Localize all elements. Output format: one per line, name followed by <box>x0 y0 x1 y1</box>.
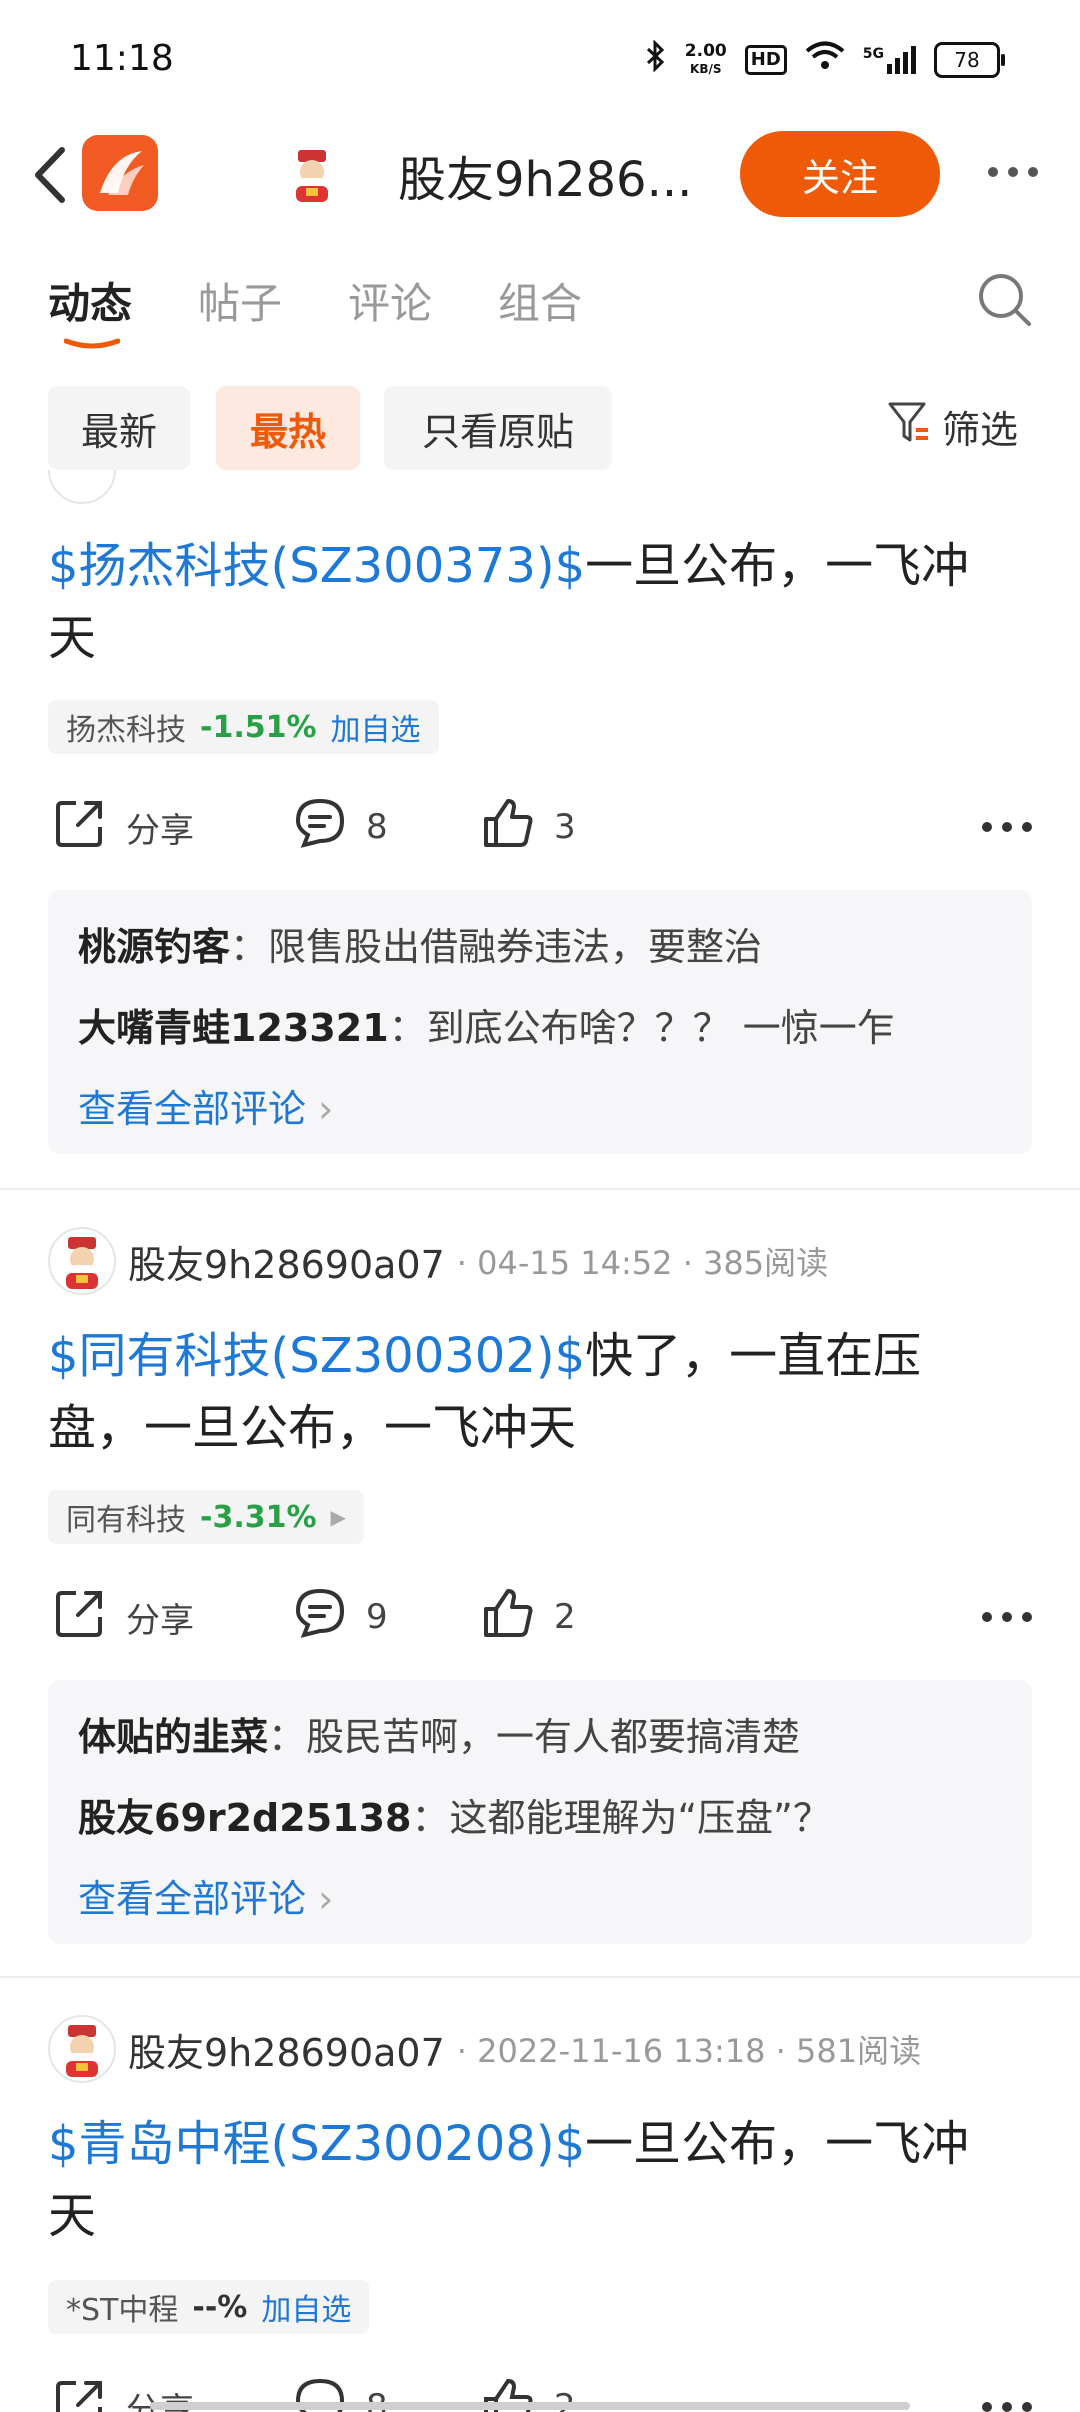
post-divider <box>0 1188 1080 1190</box>
stock-tag-link[interactable]: $扬杰科技(SZ300373)$ <box>48 538 585 594</box>
post-divider <box>0 1976 1080 1978</box>
post-author-row: 股友9h28690a07 · 2022-11-16 13:18 · 581阅读 <box>48 2014 921 2084</box>
user-avatar[interactable] <box>280 142 344 206</box>
wifi-icon <box>805 40 845 79</box>
tab-activity[interactable]: 动态 <box>48 270 132 331</box>
stock-tag-link[interactable]: $青岛中程(SZ300208)$ <box>48 2116 585 2172</box>
share-button[interactable]: 分享 <box>52 1582 194 1652</box>
thumbs-up-icon <box>480 795 536 860</box>
status-time: 11:18 <box>70 38 174 79</box>
status-icons: 2.00 KB/S HD 5G 78 <box>645 39 1005 79</box>
comment-button[interactable]: 9 <box>292 1582 388 1652</box>
play-arrow-icon: ▶ <box>330 1505 346 1529</box>
share-button[interactable]: 分享 <box>52 792 194 862</box>
like-button[interactable]: 3 <box>480 792 576 862</box>
post-title[interactable]: $扬杰科技(SZ300373)$一旦公布，一飞冲天 <box>48 530 1008 674</box>
tab-comments[interactable]: 评论 <box>348 270 432 331</box>
comment-icon <box>292 795 348 860</box>
hd-icon: HD <box>744 44 787 75</box>
post-avatar-cropped <box>48 470 116 506</box>
follow-button[interactable]: 关注 <box>740 131 940 217</box>
stock-chip[interactable]: 扬杰科技 -1.51% 加自选 <box>48 700 439 754</box>
share-icon <box>52 1585 108 1650</box>
share-icon <box>52 795 108 860</box>
stock-name: 同有科技 <box>66 1503 186 1538</box>
post-meta: · 2022-11-16 13:18 · 581阅读 <box>456 2032 922 2070</box>
author-avatar[interactable] <box>48 1227 116 1295</box>
stock-chip[interactable]: *ST中程 --% 加自选 <box>48 2280 370 2334</box>
stock-change: -3.31% <box>200 1499 317 1535</box>
author-name[interactable]: 股友9h28690a07 <box>128 1234 445 1289</box>
tab-active-indicator <box>63 334 121 349</box>
post-author-row: 股友9h28690a07 · 04-15 14:52 · 385阅读 <box>48 1226 828 1296</box>
filter-icon <box>886 398 932 455</box>
tab-portfolio[interactable]: 组合 <box>498 270 582 331</box>
bluetooth-icon <box>645 39 667 79</box>
add-watchlist-button[interactable]: 加自选 <box>261 2285 351 2329</box>
chevron-right-icon: › <box>318 1877 334 1921</box>
more-icon[interactable] <box>982 1612 1032 1622</box>
search-icon[interactable] <box>975 270 1035 330</box>
post-title[interactable]: $青岛中程(SZ300208)$一旦公布，一飞冲天 <box>48 2108 1008 2252</box>
more-icon[interactable] <box>982 2402 1032 2412</box>
horizontal-scroll-indicator <box>150 2402 910 2410</box>
post-actions: 分享 9 2 <box>48 1582 1032 1652</box>
comment-item[interactable]: 体贴的韭菜：股民苦啊，一有人都要搞清楚 <box>78 1706 800 1761</box>
comment-preview: 体贴的韭菜：股民苦啊，一有人都要搞清楚 股友69r2d25138：这都能理解为“… <box>48 1680 1032 1944</box>
filter-original-only[interactable]: 只看原贴 <box>384 386 612 470</box>
view-all-comments-link[interactable]: 查看全部评论 › <box>78 1868 333 1923</box>
stock-tag-link[interactable]: $同有科技(SZ300302)$ <box>48 1328 585 1384</box>
tab-posts[interactable]: 帖子 <box>198 270 282 331</box>
author-name[interactable]: 股友9h28690a07 <box>128 2022 445 2077</box>
comment-item[interactable]: 桃源钓客：限售股出借融券违法，要整治 <box>78 916 762 971</box>
app-logo[interactable] <box>82 135 158 211</box>
comment-button[interactable]: 8 <box>292 792 388 862</box>
comment-preview: 桃源钓客：限售股出借融券违法，要整治 大嘴青蛙123321：到底公布啥？？？ 一… <box>48 890 1032 1154</box>
thumbs-up-icon <box>480 1585 536 1650</box>
stock-change: --% <box>192 2289 248 2325</box>
comment-icon <box>292 1585 348 1650</box>
post-title[interactable]: $同有科技(SZ300302)$快了，一直在压盘，一旦公布，一飞冲天 <box>48 1320 1008 1464</box>
more-icon[interactable] <box>988 160 1048 184</box>
stock-change: -1.51% <box>200 709 317 745</box>
comment-item[interactable]: 大嘴青蛙123321：到底公布啥？？？ 一惊一乍 <box>78 997 895 1052</box>
post-meta: · 04-15 14:52 · 385阅读 <box>456 1244 829 1282</box>
like-button[interactable]: 2 <box>480 1582 576 1652</box>
user-nickname: 股友9h286... <box>398 152 693 208</box>
filter-latest[interactable]: 最新 <box>48 386 190 470</box>
status-bar: 11:18 2.00 KB/S HD 5G 78 <box>0 0 1080 120</box>
stock-name: *ST中程 <box>66 2293 179 2328</box>
back-button[interactable] <box>22 140 82 210</box>
cell-signal-icon: 5G <box>863 45 916 74</box>
filter-hottest[interactable]: 最热 <box>216 386 360 470</box>
add-watchlist-button[interactable]: 加自选 <box>331 705 421 749</box>
net-speed: 2.00 KB/S <box>684 40 727 76</box>
battery-icon: 78 <box>934 41 1005 78</box>
share-icon <box>52 2375 108 2412</box>
more-icon[interactable] <box>982 822 1032 832</box>
view-all-comments-link[interactable]: 查看全部评论 › <box>78 1078 333 1133</box>
stock-name: 扬杰科技 <box>66 713 186 748</box>
author-avatar[interactable] <box>48 2015 116 2083</box>
chevron-right-icon: › <box>318 1087 334 1131</box>
comment-item[interactable]: 股友69r2d25138：这都能理解为“压盘”？ <box>78 1787 831 1842</box>
filter-button[interactable]: 筛选 <box>886 398 1018 455</box>
post-actions: 分享 8 3 <box>48 792 1032 862</box>
stock-chip[interactable]: 同有科技 -3.31% ▶ <box>48 1490 364 1544</box>
